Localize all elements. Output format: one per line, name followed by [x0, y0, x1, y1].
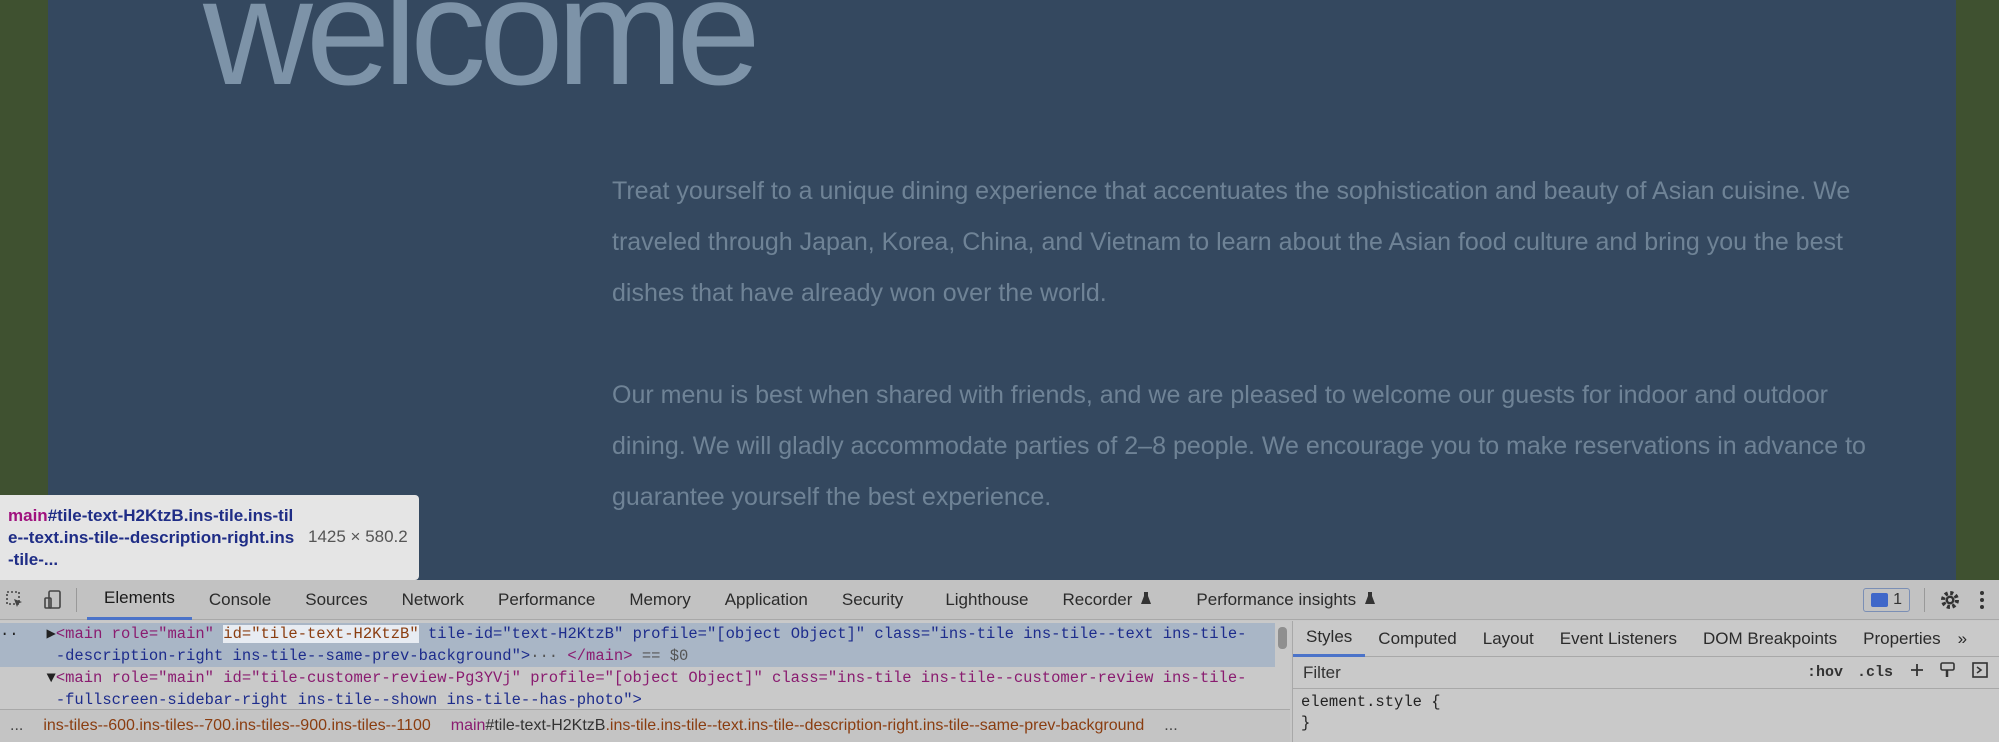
node-attrs: tile-id="text-H2KtzB" profile="[object O… [418, 625, 1247, 643]
tab-event-listeners[interactable]: Event Listeners [1547, 621, 1690, 657]
dollar-zero-ref: == $0 [632, 647, 689, 665]
hov-toggle[interactable]: :hov [1807, 664, 1843, 681]
welcome-heading: welcome [203, 0, 761, 117]
inspect-element-icon[interactable] [2, 587, 28, 613]
message-icon [1871, 593, 1889, 607]
tab-performance-insights-label: Performance insights [1196, 589, 1357, 609]
sidebar-toggle-icon[interactable] [1971, 661, 1989, 684]
tab-memory[interactable]: Memory [612, 580, 707, 620]
cls-toggle[interactable]: .cls [1857, 664, 1893, 681]
tab-recorder-label: Recorder [1062, 589, 1133, 609]
node-text: <main role="main" id="tile-customer-revi… [55, 669, 1247, 687]
crumb-id: #tile-text-H2KtzB [485, 717, 606, 734]
tab-elements[interactable]: Elements [87, 580, 192, 620]
node-open-tag: <main role="main" [55, 625, 224, 643]
breadcrumb-scroll-left[interactable]: ... [0, 717, 33, 735]
dom-node-cont[interactable]: -fullscreen-sidebar-right ins-tile--show… [0, 689, 1275, 709]
collapsed-ellipsis[interactable]: ··· [530, 647, 558, 665]
toolbar-divider [1924, 588, 1925, 612]
expand-triangle-icon[interactable]: ▶ [47, 625, 56, 643]
paint-bucket-icon[interactable] [1939, 661, 1957, 684]
tooltip-tag: main [8, 506, 48, 525]
tab-layout[interactable]: Layout [1470, 621, 1547, 657]
inspect-tooltip: main#tile-text-H2KtzB.ins-tile.ins-tile-… [0, 495, 419, 580]
toolbar-divider [76, 587, 77, 612]
node-text-cont: -fullscreen-sidebar-right ins-tile--show… [55, 691, 642, 709]
devtools-toolbar: Elements Console Sources Network Perform… [0, 580, 1999, 620]
flask-icon [1364, 590, 1376, 610]
crumb-tag: main [450, 717, 486, 734]
tab-dom-breakpoints[interactable]: DOM Breakpoints [1690, 621, 1850, 657]
filter-input[interactable]: Filter [1303, 663, 1793, 683]
tab-performance-insights[interactable]: Performance insights [1156, 580, 1393, 620]
collapse-triangle-icon[interactable]: ▼ [47, 669, 56, 687]
breadcrumb-item-selected[interactable]: main#tile-text-H2KtzB.ins-tile.ins-tile-… [441, 717, 1155, 735]
chevron-double-right-icon[interactable]: » [1954, 621, 1971, 657]
settings-gear-icon[interactable] [1937, 587, 1963, 613]
device-toolbar-icon[interactable] [40, 587, 66, 613]
intro-paragraph: Treat yourself to a unique dining experi… [612, 177, 1851, 307]
dom-node[interactable]: ▼<main role="main" id="tile-customer-rev… [0, 667, 1275, 689]
screen: welcome Treat yourself to a unique dinin… [0, 0, 1999, 742]
toolbar-right: 1 [1863, 580, 1999, 620]
tab-security[interactable]: Security [825, 580, 920, 620]
node-close-tag: </main> [567, 647, 633, 665]
tab-lighthouse[interactable]: Lighthouse [920, 580, 1045, 620]
tooltip-selector: main#tile-text-H2KtzB.ins-tile.ins-tile-… [8, 505, 298, 570]
styles-pane: Styles Computed Layout Event Listeners D… [1292, 621, 1999, 742]
styles-tabs: Styles Computed Layout Event Listeners D… [1293, 621, 1999, 657]
tab-styles[interactable]: Styles [1293, 621, 1366, 657]
tab-recorder[interactable]: Recorder [1046, 580, 1157, 620]
issues-count: 1 [1893, 591, 1902, 608]
crumb-classes: .ins-tile.ins-tile--text.ins-tile--descr… [605, 717, 1145, 734]
ellipsis-marker: ·· [0, 625, 47, 643]
tooltip-selector-text: #tile-text-H2KtzB.ins-tile.ins-tile--tex… [8, 506, 295, 569]
dom-node-selected[interactable]: ·· ▶<main role="main" id="tile-text-H2Kt… [0, 623, 1275, 645]
element-style-open[interactable]: element.style { [1301, 692, 1991, 713]
flask-icon [1140, 590, 1152, 610]
element-style-rule: element.style { } [1293, 689, 1999, 737]
website-viewport: welcome Treat yourself to a unique dinin… [0, 0, 1999, 580]
tooltip-size: 1425 × 580.2 [308, 527, 408, 546]
breadcrumb-more[interactable]: ... [1154, 717, 1187, 735]
tab-properties[interactable]: Properties [1850, 621, 1953, 657]
tab-performance[interactable]: Performance [481, 580, 612, 620]
node-id-attr: id="tile-text-H2KtzB" [223, 625, 419, 643]
dom-node-selected-cont[interactable]: -description-right ins-tile--same-prev-b… [0, 645, 1275, 667]
issues-badge[interactable]: 1 [1863, 588, 1910, 612]
menu-paragraph: Our menu is best when shared with friend… [612, 381, 1866, 511]
styles-filter-bar: Filter :hov .cls [1293, 657, 1999, 689]
breadcrumb: ... ins-tiles--600.ins-tiles--700.ins-ti… [0, 709, 1290, 742]
scrollbar-thumb[interactable] [1278, 627, 1287, 649]
tab-application[interactable]: Application [708, 580, 825, 620]
devtools-panel: Elements Console Sources Network Perform… [0, 580, 1999, 742]
tab-sources[interactable]: Sources [288, 580, 384, 620]
more-options-icon[interactable] [1969, 587, 1995, 613]
element-style-close: } [1301, 714, 1311, 732]
highlighted-main-section: welcome Treat yourself to a unique dinin… [48, 0, 1956, 580]
tab-network[interactable]: Network [385, 580, 481, 620]
node-attrs-cont: -description-right ins-tile--same-prev-b… [55, 647, 531, 665]
breadcrumb-item-parent[interactable]: ins-tiles--600.ins-tiles--700.ins-tiles-… [33, 717, 440, 735]
tab-computed[interactable]: Computed [1365, 621, 1469, 657]
plus-icon[interactable] [1909, 662, 1925, 683]
tab-console[interactable]: Console [192, 580, 288, 620]
elements-dom-tree: ·· ▶<main role="main" id="tile-text-H2Kt… [0, 621, 1290, 709]
